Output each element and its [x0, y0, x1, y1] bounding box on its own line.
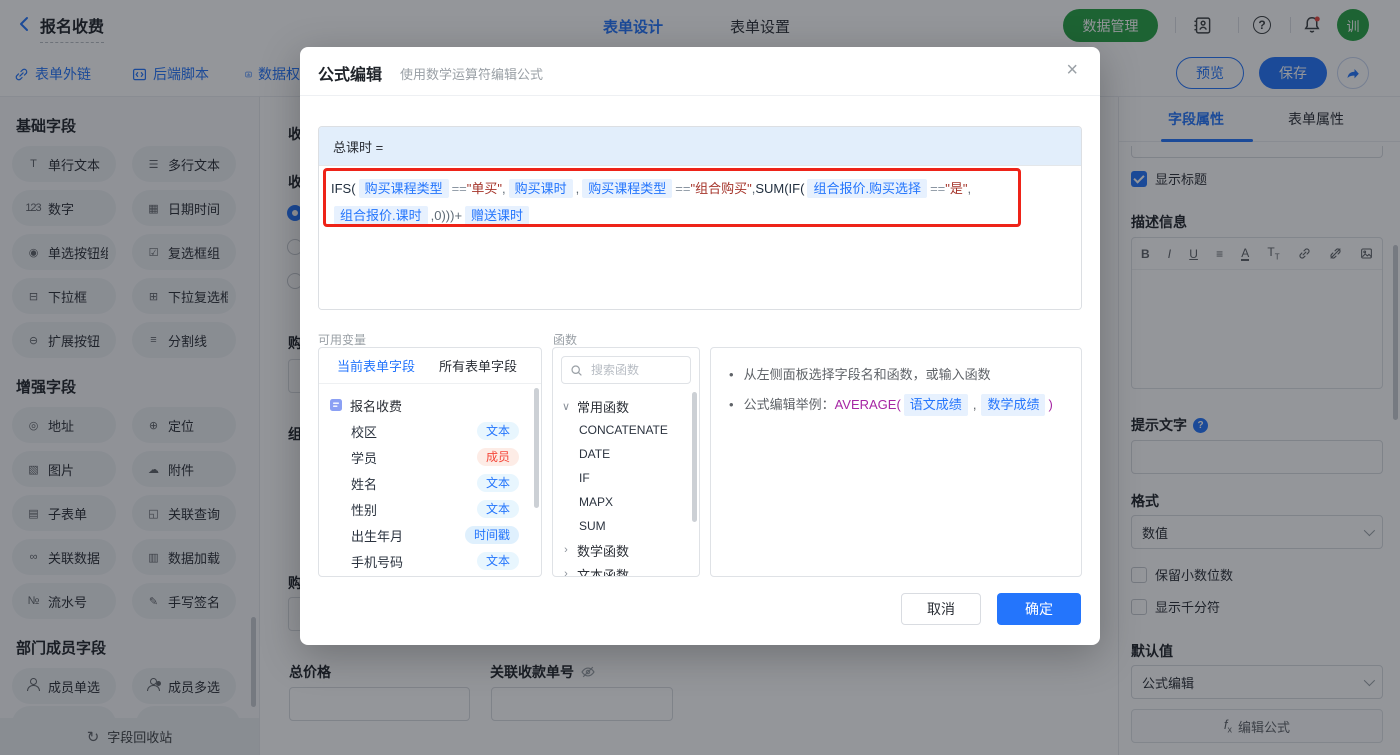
variable-item[interactable]: 学员 成员 — [329, 444, 531, 470]
function-group[interactable]: › 数学函数 — [561, 538, 691, 562]
tip-example: 公式编辑举例：AVERAGE(语文成绩, 数学成绩) — [744, 394, 1053, 416]
form-root-label: 报名收费 — [350, 398, 403, 414]
function-item[interactable]: CONCATENATE — [561, 418, 691, 442]
modal-header: 公式编辑 使用数学运算符编辑公式 × — [300, 47, 1100, 96]
formula-token: == — [675, 181, 691, 196]
formula-token: ,0)))+ — [430, 208, 463, 223]
functions-panel: ∨ 常用函数 CONCATENATEDATEIFMAPXSUM › 数学函数 › 文本函数 — [552, 347, 700, 577]
chevron-down-icon: ∨ — [561, 400, 571, 413]
variable-name: 学员 — [351, 450, 378, 466]
variable-name: 性别 — [351, 502, 378, 518]
variable-tree: 报名收费 校区 文本 学员 成员 姓名 文本 性别 文本 出生年月 时间戳 手机号码 文本 — [319, 384, 541, 576]
function-item[interactable]: DATE — [561, 442, 691, 466]
function-tree: ∨ 常用函数 CONCATENATE DATE IF MAPX SUM › 数学函数 › 文本函数 — [553, 392, 699, 577]
formula-line: IFS(购买课程类型 =="单买", 购买课时, 购买课程类型 =="组合购买",SUM… — [331, 175, 1069, 202]
variable-type-badge: 文本 — [476, 422, 519, 440]
field-token: 组合报价.课时 — [334, 206, 428, 225]
field-token: 赠送课时 — [465, 206, 530, 225]
formula-result-label: 总课时 = — [319, 127, 1081, 165]
example-part: , — [972, 397, 977, 412]
formula-token: IFS( — [331, 181, 356, 196]
variables-label: 可用变量 — [318, 333, 367, 347]
field-token: 语文成绩 — [903, 394, 968, 416]
formula-box: 总课时 = IFS(购买课程类型 =="单买", 购买课时, 购买课程类型 =="组合购… — [318, 126, 1082, 310]
variable-name: 校区 — [351, 424, 378, 440]
variable-type-badge: 文本 — [476, 552, 519, 570]
function-item[interactable]: SUM — [561, 514, 691, 538]
field-token: 购买课程类型 — [582, 179, 673, 198]
field-token: 组合报价.购买选择 — [807, 179, 928, 198]
tip-example-line: • 公式编辑举例：AVERAGE(语文成绩, 数学成绩) — [729, 394, 1063, 416]
variable-name: 手机号码 — [351, 554, 404, 570]
function-item[interactable]: IF — [561, 466, 691, 490]
variable-name: 姓名 — [351, 476, 378, 492]
variable-type-badge: 文本 — [476, 474, 519, 492]
function-item[interactable]: MAPX — [561, 490, 691, 514]
formula-example: AVERAGE(语文成绩, 数学成绩) — [834, 394, 1053, 416]
formula-token: "是" — [945, 181, 968, 196]
variables-scrollbar[interactable] — [534, 388, 539, 508]
example-part: AVERAGE( — [834, 397, 901, 412]
bullet: • — [729, 367, 734, 382]
tip-line: • 从左侧面板选择字段名和函数，或输入函数 — [729, 364, 1063, 386]
variable-name: 出生年月 — [351, 528, 404, 544]
variable-item[interactable]: 姓名 文本 — [329, 470, 531, 496]
formula-token: , — [575, 181, 580, 196]
function-group[interactable]: ∨ 常用函数 — [561, 394, 691, 418]
formula-line: 组合报价.课时 ,0)))+ 赠送课时 — [331, 202, 1069, 229]
variables-tabs: 当前表单字段 所有表单字段 — [319, 348, 541, 384]
document-icon — [330, 399, 342, 411]
variable-type-badge: 文本 — [476, 500, 519, 518]
function-group-label: 数学函数 — [577, 543, 630, 559]
example-part: ) — [1048, 397, 1053, 412]
tip-text: 从左侧面板选择字段名和函数，或输入函数 — [743, 367, 991, 382]
confirm-button[interactable]: 确定 — [997, 593, 1081, 625]
modal-title: 公式编辑 — [318, 67, 383, 84]
cancel-button[interactable]: 取消 — [901, 593, 981, 625]
formula-editor[interactable]: IFS(购买课程类型 =="单买", 购买课时, 购买课程类型 =="组合购买",SUM… — [319, 165, 1081, 309]
function-group-label: 常用函数 — [577, 399, 630, 415]
function-group[interactable]: › 文本函数 — [561, 562, 691, 577]
tab-all-form-fields[interactable]: 所有表单字段 — [439, 356, 517, 375]
function-search-box — [561, 356, 691, 384]
variable-item[interactable]: 手机号码 文本 — [329, 548, 531, 574]
field-token: 购买课程类型 — [358, 179, 449, 198]
functions-scrollbar[interactable] — [692, 392, 697, 522]
formula-token: , — [502, 181, 506, 196]
tab-current-form-fields[interactable]: 当前表单字段 — [337, 356, 415, 375]
chevron-right-icon: › — [564, 544, 568, 556]
formula-token: == — [930, 181, 946, 196]
variable-item[interactable]: 校区 文本 — [329, 418, 531, 444]
app: 报名收费 表单设计 表单设置 数据管理 ? 训 表单外链 后端脚本 数据权 预览… — [0, 0, 1400, 755]
formula-lines: IFS(购买课程类型 =="单买", 购买课时, 购买课程类型 =="组合购买",SUM… — [331, 175, 1069, 229]
formula-token: "单买" — [466, 181, 502, 196]
search-icon — [571, 364, 582, 376]
field-token: 购买课时 — [508, 179, 573, 198]
function-search-input[interactable] — [589, 362, 679, 378]
formula-token: "组合购买" — [690, 181, 752, 196]
variable-type-badge: 时间戳 — [464, 526, 519, 544]
bullet: • — [729, 397, 734, 412]
example-prefix: 公式编辑举例： — [743, 397, 835, 412]
variable-list: 校区 文本 学员 成员 姓名 文本 性别 文本 出生年月 时间戳 手机号码 文本 — [329, 418, 531, 574]
close-icon[interactable]: × — [1066, 59, 1078, 82]
field-token: 数学成绩 — [981, 394, 1046, 416]
formula-help-panel: • 从左侧面板选择字段名和函数，或输入函数 • 公式编辑举例：AVERAGE(语… — [710, 347, 1082, 577]
formula-token: == — [451, 181, 467, 196]
variable-type-badge: 成员 — [476, 448, 519, 466]
formula-token: SUM(IF( — [755, 181, 805, 196]
variables-panel: 当前表单字段 所有表单字段 报名收费 校区 文本 学员 成员 姓名 文本 性别 文本 出生年月时… — [318, 347, 542, 577]
variable-item[interactable]: 出生年月 时间戳 — [329, 522, 531, 548]
formula-token: , — [967, 181, 972, 196]
functions-label: 函数 — [553, 333, 578, 347]
variable-item[interactable]: 性别 文本 — [329, 496, 531, 522]
form-root-node[interactable]: 报名收费 — [329, 392, 531, 418]
modal-subtitle: 使用数学运算符编辑公式 — [400, 67, 544, 82]
formula-edit-modal: 公式编辑 使用数学运算符编辑公式 × 总课时 = IFS(购买课程类型 =="单买… — [300, 47, 1100, 645]
function-group-label: 文本函数 — [577, 567, 630, 577]
chevron-right-icon: › — [564, 568, 568, 577]
